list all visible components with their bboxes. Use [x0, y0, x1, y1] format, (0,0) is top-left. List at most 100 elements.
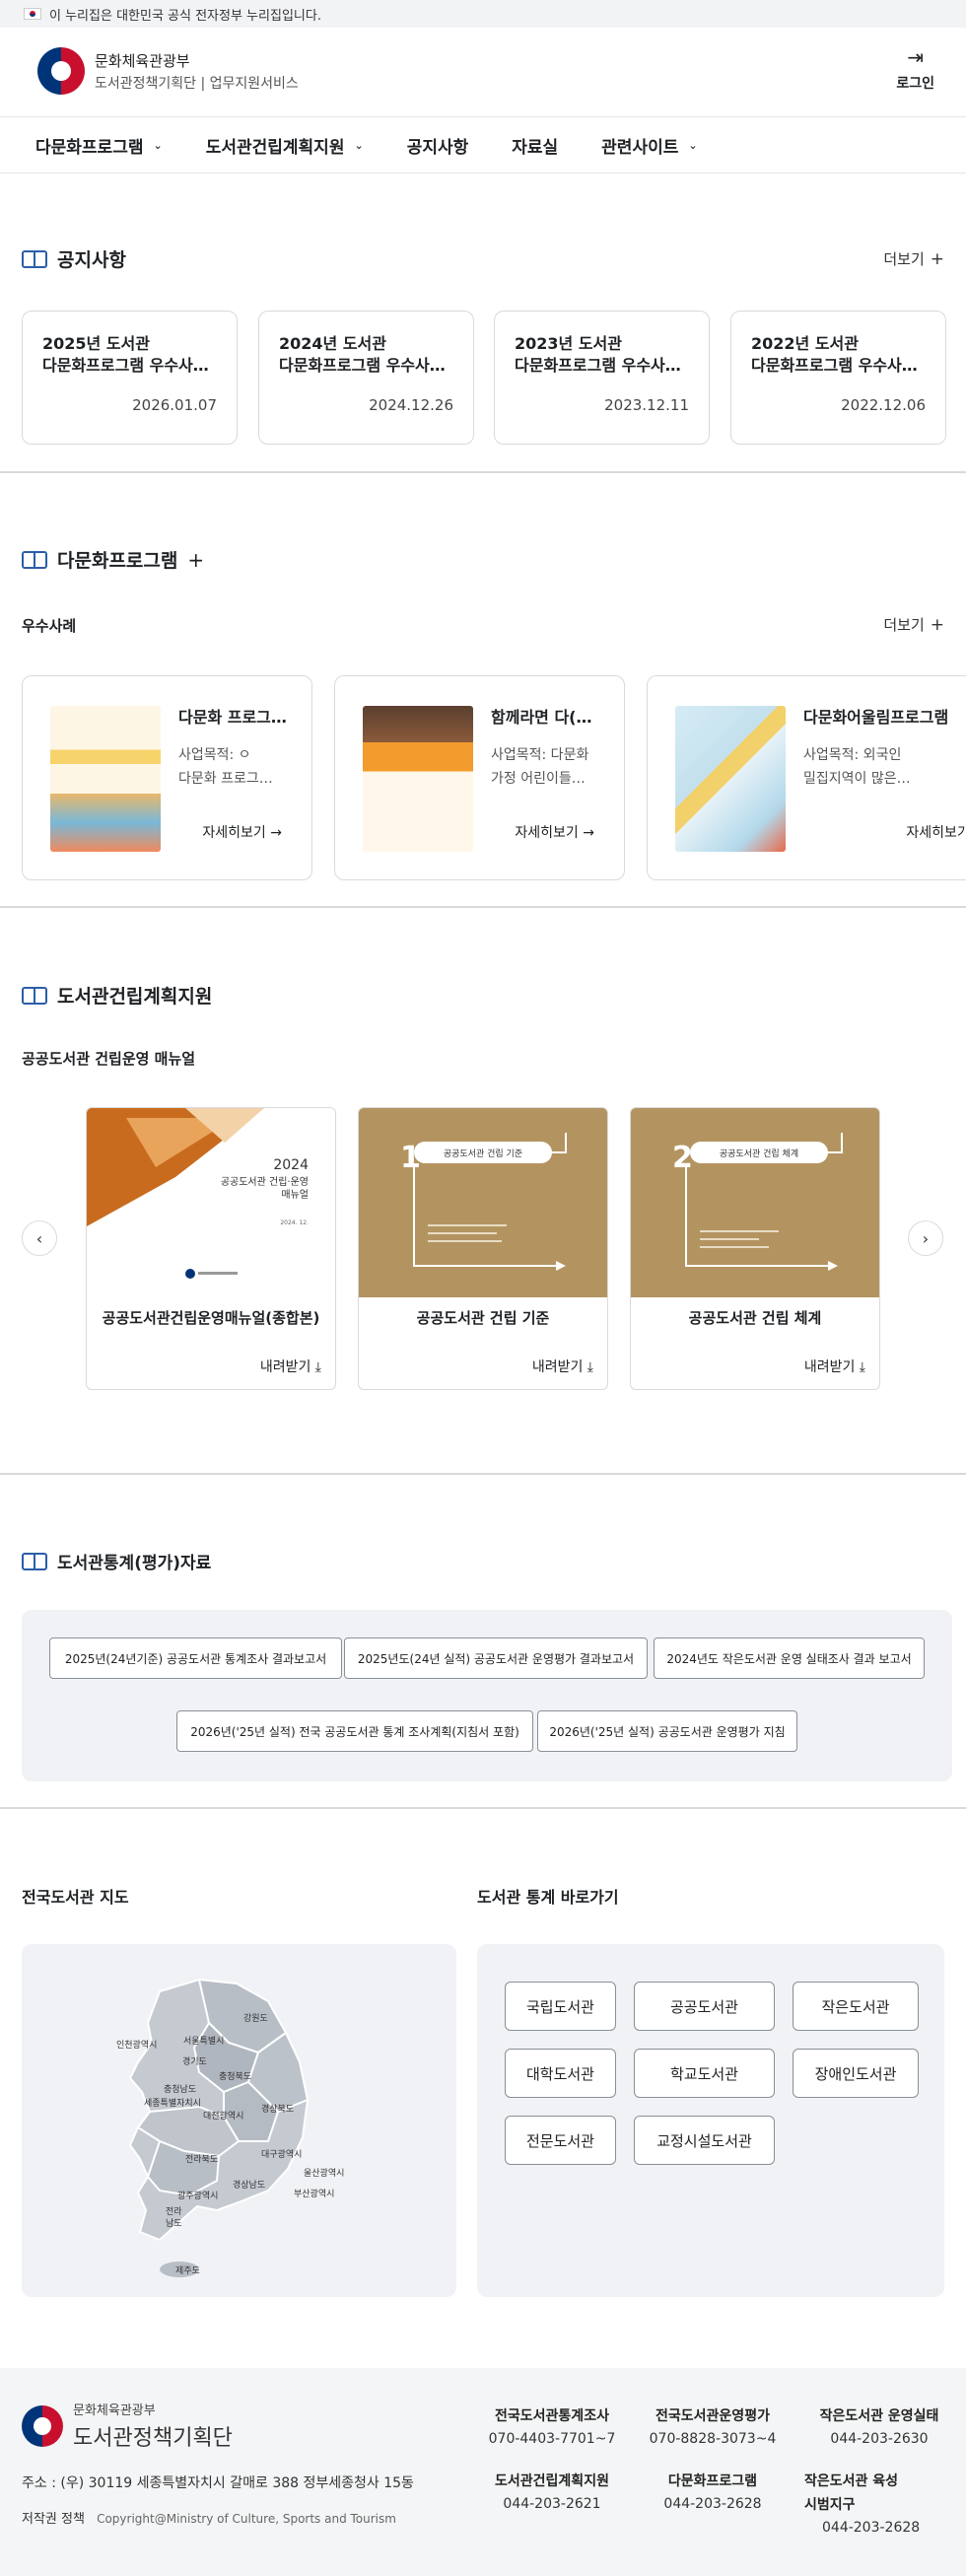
shortcut-prison-library[interactable]: 교정시설도서관 [634, 2116, 775, 2165]
map-label-seoul[interactable]: 서울특별시 [183, 2036, 224, 2047]
shortcut-small-library[interactable]: 작은도서관 [793, 1982, 919, 2031]
program-desc: 사업목적: 외국인 밀집지역이 많은… [803, 743, 912, 791]
contact-phone: 044-203-2621 [503, 2496, 601, 2512]
program-desc-line1: 사업목적: ㅇ [178, 747, 251, 763]
program-detail-link[interactable]: 자세히보기 → [906, 822, 966, 842]
nav-item-notice[interactable]: 공지사항 [407, 133, 469, 158]
shortcut-university-library[interactable]: 대학도서관 [505, 2049, 616, 2098]
chevron-down-icon: ⌄ [688, 138, 698, 152]
build-sub-label: 공공도서관 건립운영 매뉴얼 [22, 1050, 196, 1068]
manual-cover-graphic: 2024 공공도서관 건립·운영 매뉴얼 2024. 12. [87, 1108, 309, 1279]
nav-item-related-sites[interactable]: 관련사이트 ⌄ [601, 133, 697, 158]
manual-download-button[interactable]: 내려받기 ⤓ [260, 1357, 321, 1376]
manual-download-button[interactable]: 내려받기 ⤓ [532, 1357, 593, 1376]
notice-card[interactable]: 2023년 도서관 다문화프로그램 우수사… 2023.12.11 [494, 311, 710, 445]
login-button[interactable]: ⇥ 로그인 [896, 45, 934, 93]
more-label: 더보기 [883, 616, 925, 634]
map-label-incheon[interactable]: 인천광역시 [116, 2039, 157, 2051]
cover-date-text: 2024. 12. [280, 1219, 309, 1226]
login-icon: ⇥ [907, 45, 925, 69]
nav-item-archive[interactable]: 자료실 [512, 133, 558, 158]
nav-label: 자료실 [512, 137, 559, 158]
section-divider [0, 906, 966, 908]
map-label-daejeon[interactable]: 대전광역시 [203, 2110, 243, 2122]
notice-title-line1: 2024년 도서관 [279, 334, 386, 353]
shortcut-disability-library[interactable]: 장애인도서관 [793, 2049, 919, 2098]
notice-section-title: 공지사항 [22, 245, 126, 272]
download-label: 내려받기 [259, 1359, 311, 1375]
program-detail-link[interactable]: 자세히보기 → [202, 822, 282, 842]
copyright-policy-link[interactable]: 저작권 정책 [22, 2512, 85, 2527]
map-label-gyeonggi[interactable]: 경기도 [182, 2055, 207, 2067]
stats-report-link[interactable]: 2025년(24년기준) 공공도서관 통계조사 결과보고서 [49, 1637, 342, 1679]
program-desc-line2: 가정 어린이들… [491, 771, 586, 787]
map-label-busan[interactable]: 부산광역시 [294, 2188, 334, 2199]
program-card[interactable]: 다문화어울림프로그램 사업목적: 외국인밀집지역이 많은… 자세히보기 → [647, 675, 966, 880]
section-title-text: 공지사항 [57, 249, 126, 271]
map-label-jeonnam-1[interactable]: 전라 [166, 2206, 182, 2217]
cover-label-text: 공공도서관 건립 체계 [720, 1148, 798, 1159]
shortcut-national-library[interactable]: 국립도서관 [505, 1982, 616, 2031]
notice-date: 2026.01.07 [132, 396, 217, 414]
notice-card[interactable]: 2024년 도서관 다문화프로그램 우수사… 2024.12.26 [258, 311, 474, 445]
korea-map[interactable]: 강원도 인천광역시 서울특별시 경기도 충청북도 충청남도 세종특별자치시 대전… [22, 1944, 456, 2297]
footer-logo[interactable]: 문화체육관광부 도서관정책기획단 [22, 2400, 233, 2452]
notice-card[interactable]: 2022년 도서관 다문화프로그램 우수사… 2022.12.06 [730, 311, 946, 445]
contact-phone: 044-203-2628 [822, 2520, 921, 2536]
shortcut-school-library[interactable]: 학교도서관 [634, 2049, 775, 2098]
map-label-jeonnam-2[interactable]: 남도 [166, 2218, 182, 2229]
notice-title-line1: 2022년 도서관 [751, 334, 859, 353]
program-more-link[interactable]: 더보기 + [883, 614, 944, 635]
manual-download-button[interactable]: 내려받기 ⤓ [804, 1357, 865, 1376]
manual-cover-graphic: 1 공공도서관 건립 기준 [400, 1133, 567, 1271]
program-desc: 사업목적: ㅇ 다문화 프로그… [178, 743, 287, 791]
download-label: 내려받기 [531, 1359, 584, 1375]
site-logo[interactable]: 문화체육관광부 도서관정책기획단 | 업무지원서비스 [37, 47, 299, 95]
nav-item-multicultural[interactable]: 다문화프로그램 ⌄ [35, 133, 163, 158]
detail-label: 자세히보기 [515, 825, 579, 841]
manual-card[interactable]: 2024 공공도서관 건립·운영 매뉴얼 2024. 12. 공공도서관건립운영… [86, 1107, 336, 1390]
manual-card[interactable]: 1 공공도서관 건립 기준 공공도서관 건립 기준 내려받기 ⤓ [358, 1107, 608, 1390]
shortcut-public-library[interactable]: 공공도서관 [634, 1982, 775, 2031]
map-label-gwangju[interactable]: 광주광역시 [177, 2190, 218, 2201]
map-label-jeonbuk[interactable]: 전라북도 [185, 2154, 218, 2165]
manual-cover-image: 2024 공공도서관 건립·운영 매뉴얼 2024. 12. [87, 1108, 335, 1297]
map-label-daegu[interactable]: 대구광역시 [261, 2148, 302, 2160]
footer-contact: 다문화프로그램 044-203-2628 [639, 2471, 787, 2512]
nav-item-build-support[interactable]: 도서관건립계획지원 ⌄ [206, 133, 364, 158]
contact-name: 전국도서관통계조사 [495, 2408, 609, 2424]
map-title: 전국도서관 지도 [22, 1888, 129, 1907]
map-label-gangwon[interactable]: 강원도 [243, 2013, 268, 2024]
carousel-prev-button[interactable]: ‹ [22, 1220, 57, 1256]
carousel-next-button[interactable]: › [908, 1220, 943, 1256]
notice-more-link[interactable]: 더보기 + [883, 248, 944, 269]
shortcut-special-library[interactable]: 전문도서관 [505, 2116, 616, 2165]
contact-phone: 070-8828-3073~4 [649, 2431, 777, 2447]
section-title-text: 도서관통계(평가)자료 [57, 1554, 212, 1573]
map-label-gyeongbuk[interactable]: 경상북도 [261, 2103, 294, 2115]
stats-report-link[interactable]: 2026년('25년 실적) 전국 공공도서관 통계 조사계획(지침서 포함) [176, 1710, 533, 1752]
program-detail-link[interactable]: 자세히보기 → [515, 822, 594, 842]
map-label-sejong[interactable]: 세종특별자치시 [144, 2097, 201, 2109]
map-label-gyeongnam[interactable]: 경상남도 [233, 2179, 265, 2191]
program-card[interactable]: 다문화 프로그… 사업목적: ㅇ 다문화 프로그… 자세히보기 → [22, 675, 312, 880]
footer-name: 도서관정책기획단 [73, 2426, 233, 2451]
section-title-text: 도서관건립계획지원 [57, 986, 213, 1008]
map-label-jeju[interactable]: 제주도 [175, 2265, 200, 2276]
manual-card[interactable]: 2 공공도서관 건립 체계 공공도서관 건립 체계 내려받기 ⤓ [630, 1107, 880, 1390]
download-label: 내려받기 [803, 1359, 856, 1375]
stats-report-link[interactable]: 2024년도 작은도서관 운영 실태조사 결과 보고서 [654, 1637, 925, 1679]
map-label-ulsan[interactable]: 울산광역시 [304, 2167, 344, 2179]
map-label-chungbuk[interactable]: 충청북도 [219, 2071, 251, 2082]
plus-icon[interactable]: + [187, 548, 204, 572]
book-icon [22, 249, 47, 268]
notice-card[interactable]: 2025년 도서관 다문화프로그램 우수사… 2026.01.07 [22, 311, 238, 445]
korea-flag-icon [24, 8, 41, 20]
section-divider [0, 1807, 966, 1809]
program-card[interactable]: 함께라면 다(… 사업목적: 다문화 가정 어린이들… 자세히보기 → [334, 675, 625, 880]
map-label-chungnam[interactable]: 충청남도 [164, 2084, 196, 2095]
stats-report-link[interactable]: 2025년도(24년 실적) 공공도서관 운영평가 결과보고서 [344, 1637, 648, 1679]
chevron-right-icon: › [922, 1228, 930, 1248]
stats-report-link[interactable]: 2026년('25년 실적) 공공도서관 운영평가 지침 [537, 1710, 797, 1752]
footer-address: 주소 : (우) 30119 세종특별자치시 갈매로 388 정부세종청사 15… [22, 2475, 414, 2491]
